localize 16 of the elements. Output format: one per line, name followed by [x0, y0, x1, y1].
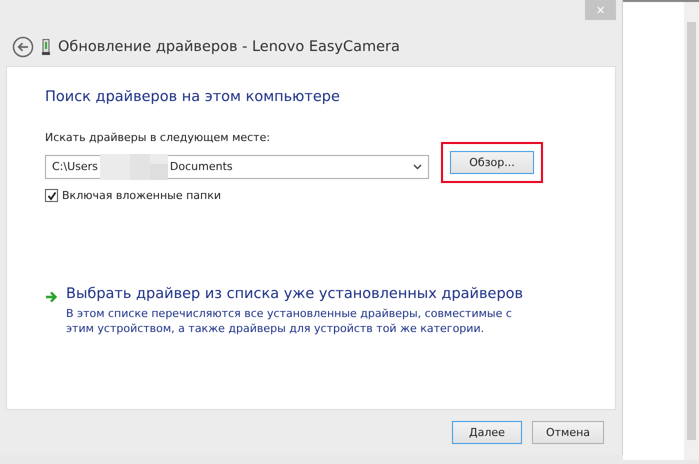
- pick-driver-description: В этом списке перечисляются все установленные драйверы, совместимые с этим устройством, а также драйверы для устройств той же категории.: [66, 306, 513, 336]
- subfolders-label: Включая вложенные папки: [62, 189, 222, 202]
- window-title: Обновление драйверов - Lenovo EasyCamera: [58, 39, 400, 55]
- scrollbar[interactable]: [684, 2, 699, 460]
- next-button[interactable]: Далее: [452, 421, 522, 444]
- back-icon[interactable]: [12, 36, 34, 58]
- arrow-icon: [45, 291, 58, 303]
- cancel-button[interactable]: Отмена: [532, 421, 604, 444]
- page-heading: Поиск драйверов на этом компьютере: [45, 89, 341, 105]
- pick-driver-link[interactable]: Выбрать драйвер из списка уже установленных драйверов: [66, 286, 524, 302]
- device-icon: [42, 39, 50, 55]
- subfolders-checkbox[interactable]: [45, 189, 58, 202]
- location-label: Искать драйверы в следующем месте:: [45, 131, 272, 144]
- browse-button[interactable]: Обзор...: [450, 151, 534, 174]
- path-combo-box[interactable]: C:\Users Documents: [45, 154, 429, 178]
- dropdown-icon[interactable]: [413, 164, 422, 170]
